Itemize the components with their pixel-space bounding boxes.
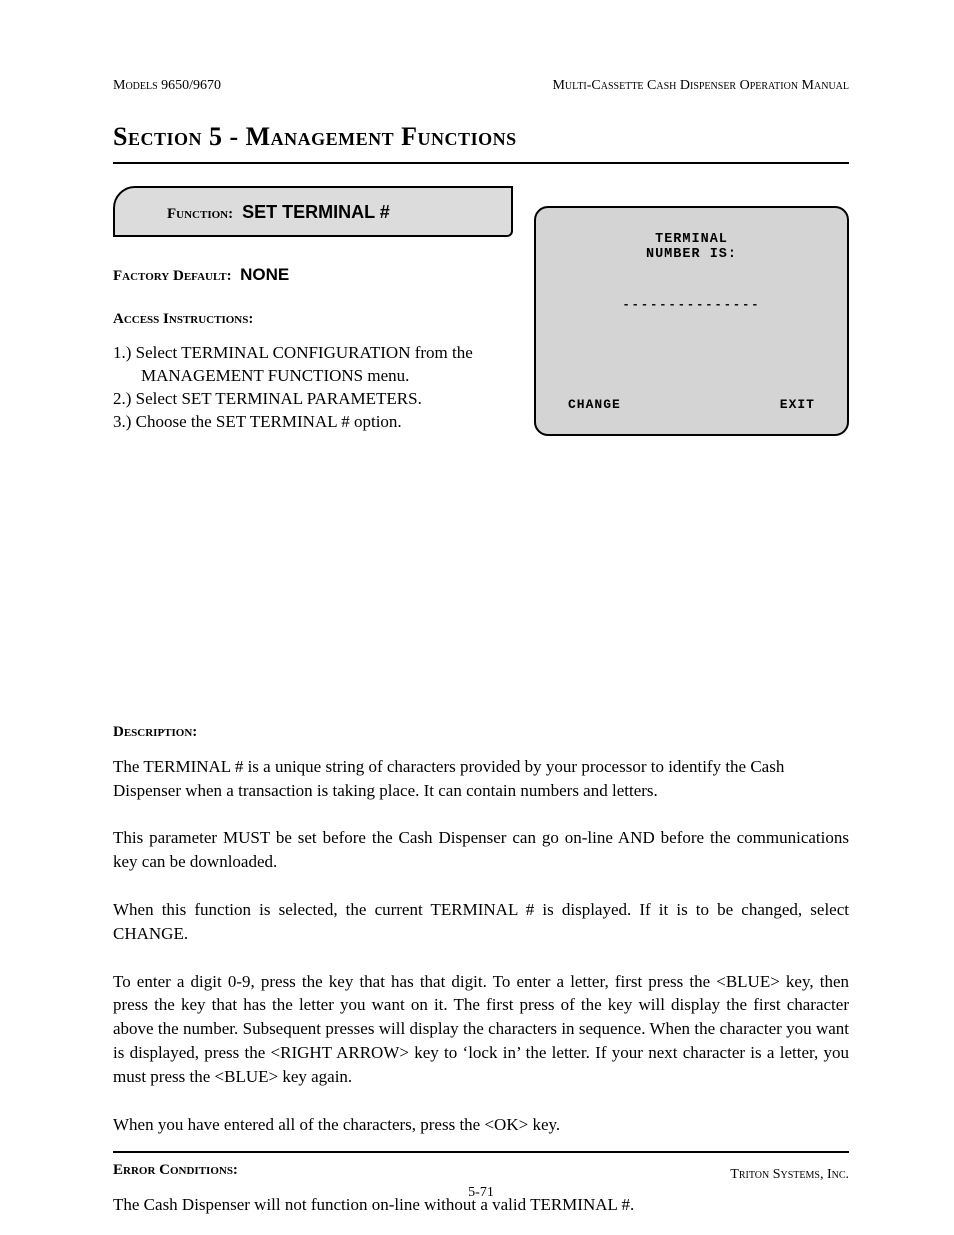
screen-line1: TERMINAL: [556, 232, 827, 247]
terminal-screen: TERMINAL NUMBER IS: --------------- CHAN…: [534, 206, 849, 436]
access-instructions-label: Access Instructions:: [113, 311, 513, 328]
description-p4: To enter a digit 0-9, press the key that…: [113, 970, 849, 1089]
description-p2: This parameter MUST be set before the Ca…: [113, 826, 849, 874]
description-p3: When this function is selected, the curr…: [113, 898, 849, 946]
factory-default-value: NONE: [235, 265, 289, 284]
access-step: 3.) Choose the SET TERMINAL # option.: [113, 411, 513, 434]
access-step: 2.) Select SET TERMINAL PARAMETERS.: [113, 388, 513, 411]
screen-exit-button[interactable]: EXIT: [780, 397, 815, 412]
description-label: Description:: [113, 724, 849, 741]
title-rule: [113, 162, 849, 164]
function-label: Function:: [167, 206, 233, 222]
left-column: Function: SET TERMINAL # Factory Default…: [113, 186, 513, 434]
footer-page-number: 5-71: [468, 1185, 494, 1201]
description-p1: The TERMINAL # is a unique string of cha…: [113, 755, 849, 803]
screen-input-placeholder: ---------------: [556, 298, 827, 312]
section-title: Section 5 - Management Functions: [113, 122, 849, 152]
page-header: Models 9650/9670 Multi-Cassette Cash Dis…: [113, 78, 849, 94]
factory-default-label: Factory Default:: [113, 268, 232, 284]
content-top: Function: SET TERMINAL # Factory Default…: [113, 186, 849, 694]
screen-button-row: CHANGE EXIT: [536, 397, 847, 412]
access-steps: 1.) Select TERMINAL CONFIGURATION from t…: [113, 342, 513, 434]
footer-company: Triton Systems, Inc.: [730, 1167, 849, 1183]
screen-line2: NUMBER IS:: [556, 247, 827, 262]
function-name: SET TERMINAL #: [237, 202, 390, 222]
access-step: 1.) Select TERMINAL CONFIGURATION from t…: [113, 342, 513, 388]
footer-rule: [113, 1151, 849, 1153]
page: Models 9650/9670 Multi-Cassette Cash Dis…: [0, 0, 954, 1235]
factory-default-row: Factory Default: NONE: [113, 265, 513, 285]
header-right: Multi-Cassette Cash Dispenser Operation …: [552, 78, 849, 94]
function-box: Function: SET TERMINAL #: [113, 186, 513, 237]
header-left: Models 9650/9670: [113, 78, 221, 94]
description-p5: When you have entered all of the charact…: [113, 1113, 849, 1137]
page-footer: Triton Systems, Inc. 5-71: [113, 1151, 849, 1199]
screen-change-button[interactable]: CHANGE: [568, 397, 621, 412]
